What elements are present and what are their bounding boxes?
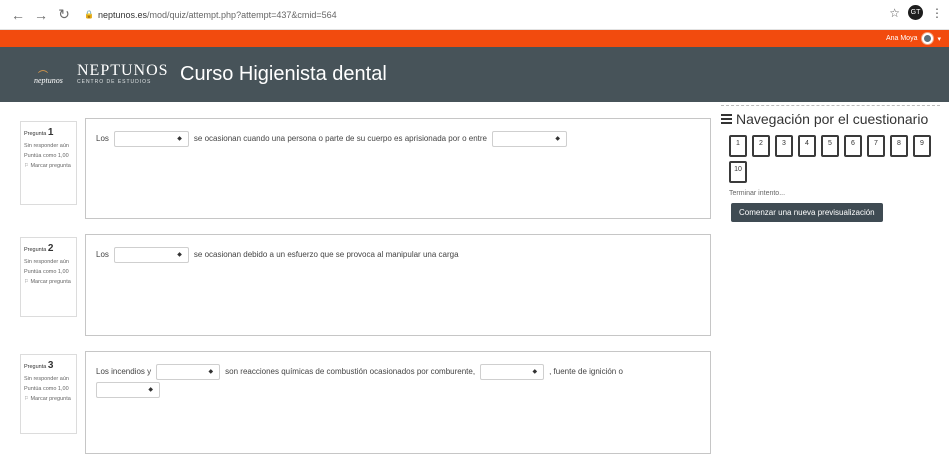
question-number: Pregunta 3 bbox=[24, 360, 54, 371]
question-info-3: Pregunta 3 Sin responder aún Puntúa como… bbox=[20, 354, 77, 434]
user-name[interactable]: Ana Moya bbox=[886, 35, 918, 42]
url-host: neptunos.es bbox=[97, 9, 148, 20]
question-text: Los bbox=[96, 250, 109, 259]
question-box-1: Los ◆ se ocasionan cuando una persona o … bbox=[85, 118, 711, 219]
answer-select[interactable]: ◆ bbox=[480, 364, 545, 380]
chevron-down-icon[interactable]: ▾ bbox=[937, 35, 941, 43]
flag-question-link[interactable]: ⚐ Marcar pregunta bbox=[24, 163, 73, 170]
question-status: Sin responder aún bbox=[24, 258, 69, 265]
lock-icon: 🔒 bbox=[84, 10, 94, 19]
question-text: Los bbox=[96, 134, 109, 143]
bookmark-star-icon[interactable]: ☆ bbox=[889, 6, 900, 20]
question-nav-button[interactable]: 4 bbox=[798, 135, 816, 157]
flag-icon: ⚐ bbox=[24, 396, 29, 403]
logo-wordmark: neptunos bbox=[34, 76, 63, 85]
question-number: Pregunta 1 bbox=[24, 127, 54, 138]
question-score: Puntúa como 1,00 bbox=[24, 385, 69, 392]
question-number: Pregunta 2 bbox=[24, 243, 54, 254]
forward-icon[interactable]: → bbox=[31, 5, 51, 25]
question-box-2: Los ◆ se ocasionan debido a un esfuerzo … bbox=[85, 234, 711, 336]
finish-attempt-link[interactable]: Terminar intento... bbox=[721, 190, 940, 197]
site-topbar: Ana Moya ▾ bbox=[0, 30, 949, 47]
flag-question-link[interactable]: ⚐ Marcar pregunta bbox=[24, 279, 73, 286]
logo[interactable]: ⌒ neptunos bbox=[34, 67, 66, 89]
question-text: son reacciones químicas de combustión oc… bbox=[225, 367, 476, 376]
answer-select[interactable]: ◆ bbox=[96, 382, 160, 398]
question-text: Los incendios y bbox=[96, 367, 152, 376]
flag-question-link[interactable]: ⚐ Marcar pregunta bbox=[24, 396, 73, 403]
divider bbox=[721, 105, 940, 106]
address-bar[interactable]: 🔒 neptunos.es /mod/quiz/attempt.php?atte… bbox=[84, 10, 337, 20]
course-title: Curso Higienista dental bbox=[180, 63, 387, 85]
answer-select[interactable]: ◆ bbox=[113, 247, 189, 263]
question-text: , fuente de ignición o bbox=[549, 367, 623, 376]
answer-select[interactable]: ◆ bbox=[156, 364, 221, 380]
answer-select[interactable]: ◆ bbox=[492, 131, 567, 147]
quiz-navigation-title-text: Navegación por el cuestionario bbox=[736, 111, 929, 127]
extension-icon[interactable]: GT bbox=[908, 5, 923, 20]
question-nav-button[interactable]: 6 bbox=[844, 135, 862, 157]
question-status: Sin responder aún bbox=[24, 375, 69, 382]
new-preview-button[interactable]: Comenzar una nueva previsualización bbox=[731, 203, 883, 222]
question-nav-button[interactable]: 10 bbox=[729, 161, 747, 183]
question-nav-button[interactable]: 1 bbox=[729, 135, 747, 157]
question-score: Puntúa como 1,00 bbox=[24, 268, 69, 275]
brand: NEPTUNOS CENTRO DE ESTUDIOS bbox=[77, 62, 169, 85]
answer-select[interactable]: ◆ bbox=[113, 131, 189, 147]
question-nav-button[interactable]: 2 bbox=[752, 135, 770, 157]
browser-menu-icon[interactable]: ⋮ bbox=[931, 6, 943, 20]
quiz-navigation: Navegación por el cuestionario 1 2 3 4 5… bbox=[721, 105, 940, 222]
quiz-navigation-title: Navegación por el cuestionario bbox=[721, 111, 940, 127]
menu-icon bbox=[721, 112, 732, 126]
brand-name: NEPTUNOS bbox=[77, 62, 169, 79]
url-path: /mod/quiz/attempt.php?attempt=437&cmid=5… bbox=[147, 9, 337, 20]
question-text: se ocasionan cuando una persona o parte … bbox=[193, 134, 487, 143]
question-nav-button[interactable]: 7 bbox=[867, 135, 885, 157]
question-score: Puntúa como 1,00 bbox=[24, 152, 69, 159]
page-header: ⌒ neptunos NEPTUNOS CENTRO DE ESTUDIOS C… bbox=[0, 47, 949, 102]
question-nav-button[interactable]: 8 bbox=[890, 135, 908, 157]
question-nav-button[interactable]: 5 bbox=[821, 135, 839, 157]
flag-icon: ⚐ bbox=[24, 279, 29, 286]
question-button-grid: 1 2 3 4 5 6 7 8 9 10 bbox=[721, 135, 940, 183]
question-info-1: Pregunta 1 Sin responder aún Puntúa como… bbox=[20, 121, 77, 205]
avatar[interactable] bbox=[921, 32, 935, 45]
question-nav-button[interactable]: 9 bbox=[913, 135, 931, 157]
question-box-3: Los incendios y ◆ son reacciones química… bbox=[85, 351, 711, 454]
flag-icon: ⚐ bbox=[24, 163, 29, 170]
browser-toolbar: ← → ↻ 🔒 neptunos.es /mod/quiz/attempt.ph… bbox=[0, 0, 949, 30]
question-info-2: Pregunta 2 Sin responder aún Puntúa como… bbox=[20, 237, 77, 317]
reload-icon[interactable]: ↻ bbox=[54, 5, 74, 25]
question-nav-button[interactable]: 3 bbox=[775, 135, 793, 157]
back-icon[interactable]: ← bbox=[8, 5, 28, 25]
question-status: Sin responder aún bbox=[24, 142, 69, 149]
question-text: se ocasionan debido a un esfuerzo que se… bbox=[193, 250, 459, 259]
